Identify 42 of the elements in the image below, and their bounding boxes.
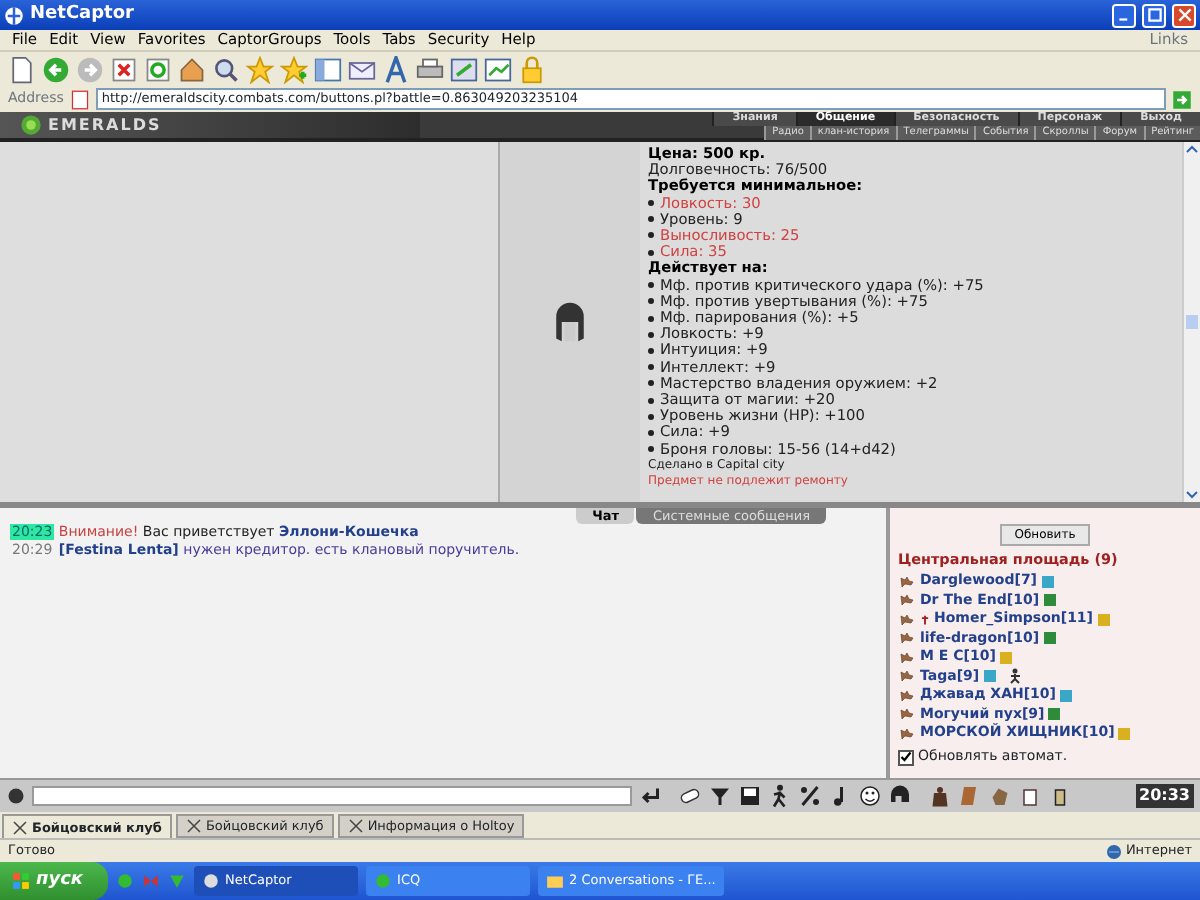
close-button[interactable] (1172, 3, 1196, 27)
helmet-icon[interactable] (888, 784, 912, 808)
game-logo: EMERALDS (48, 113, 162, 137)
window-title: NetCaptor (30, 1, 136, 28)
home-icon[interactable] (178, 55, 206, 83)
chart-window-icon[interactable] (484, 55, 512, 83)
close-icon (1175, 6, 1193, 24)
font-icon[interactable] (382, 55, 410, 83)
new-page-icon[interactable] (8, 55, 36, 83)
page-icon (69, 89, 90, 109)
emerald-orb-icon (20, 114, 42, 136)
back-icon[interactable] (42, 55, 70, 83)
windows-flag-icon (12, 872, 30, 890)
maximize-button[interactable] (1142, 3, 1166, 27)
star-plus-icon[interactable] (280, 55, 308, 83)
scroll-up-icon[interactable] (1184, 142, 1200, 158)
minimize-button[interactable] (1112, 3, 1136, 27)
game-clock: 20:33 (1135, 784, 1194, 808)
smiley-icon[interactable] (858, 784, 882, 808)
chat-input[interactable] (32, 786, 632, 806)
go-icon[interactable] (1172, 89, 1192, 109)
bag-icon[interactable] (928, 784, 952, 808)
search-icon[interactable] (212, 55, 240, 83)
refresh-icon[interactable] (144, 55, 172, 83)
save-icon[interactable] (738, 784, 762, 808)
edit-icon[interactable] (450, 55, 478, 83)
percent-icon[interactable] (798, 784, 822, 808)
scroll-down-icon[interactable] (1184, 486, 1200, 502)
maximize-icon (1145, 6, 1163, 24)
enter-icon[interactable] (638, 784, 662, 808)
swords-icon (12, 819, 28, 835)
checkbox[interactable] (898, 749, 914, 766)
stop-icon[interactable] (110, 55, 138, 83)
scroll-thumb-icon[interactable] (1184, 314, 1200, 330)
app-globe-icon (4, 5, 24, 25)
swords-icon (185, 818, 202, 834)
star-icon[interactable] (246, 55, 274, 83)
printer-icon[interactable] (416, 55, 444, 83)
panel-icon[interactable] (314, 55, 342, 83)
filter-icon[interactable] (708, 784, 732, 808)
swords-icon (347, 818, 364, 834)
folder-icon (545, 872, 564, 890)
